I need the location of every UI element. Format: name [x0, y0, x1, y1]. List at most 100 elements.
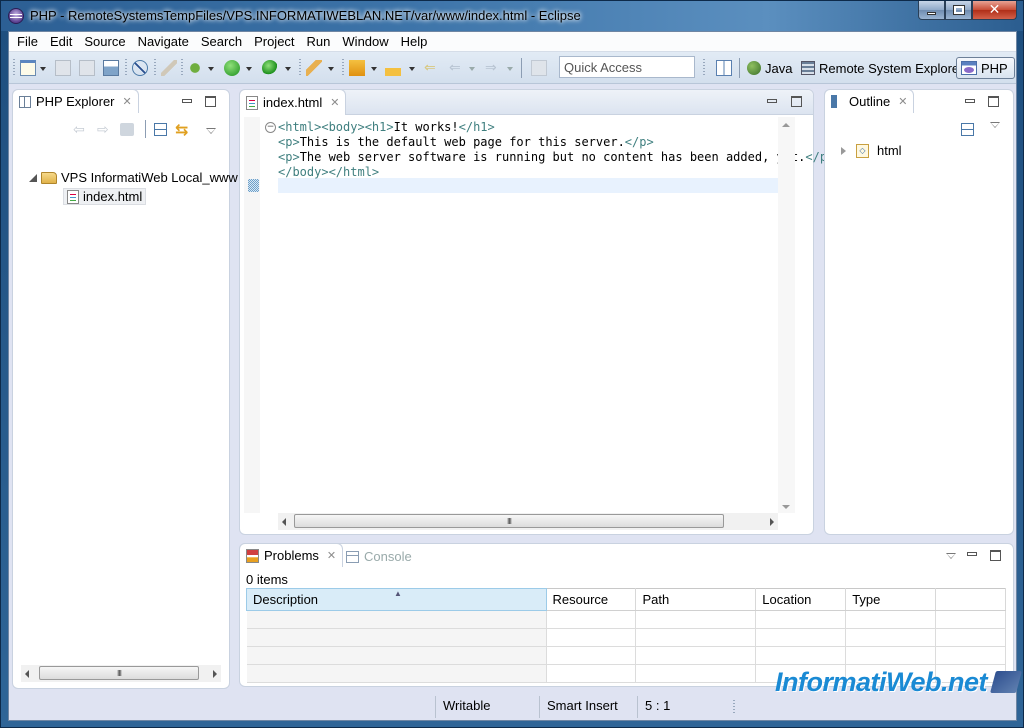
maximize-view-icon[interactable]: [205, 96, 216, 107]
last-edit-icon[interactable]: ⇐: [424, 60, 440, 76]
code-area[interactable]: <html><body><h1>It works!</h1> <p>This is…: [278, 120, 834, 195]
minimize-view-icon[interactable]: [967, 552, 977, 556]
maximize-view-icon[interactable]: [988, 96, 999, 107]
previous-annotation-icon[interactable]: [385, 60, 401, 76]
tree-item-index-html[interactable]: index.html: [63, 188, 147, 205]
link-with-editor-icon[interactable]: ⇆: [175, 120, 188, 139]
code-line[interactable]: [278, 180, 834, 195]
scroll-right-icon[interactable]: [213, 670, 217, 678]
outline-item-html[interactable]: ◇ html: [841, 143, 902, 158]
editor-vertical-scrollbar[interactable]: [778, 117, 795, 513]
perspective-php[interactable]: PHP: [956, 57, 1015, 79]
view-menu-icon[interactable]: [990, 122, 1000, 128]
debug-icon[interactable]: [187, 60, 203, 76]
search-icon[interactable]: [306, 60, 322, 76]
menu-window[interactable]: Window: [336, 34, 394, 49]
column-location[interactable]: Location: [755, 588, 847, 611]
collapse-all-icon[interactable]: [154, 123, 167, 136]
next-annotation-icon[interactable]: [349, 60, 365, 76]
skip-breakpoints-icon[interactable]: [132, 60, 148, 76]
maximize-button[interactable]: [945, 1, 972, 20]
scroll-thumb[interactable]: III: [294, 514, 724, 528]
menu-search[interactable]: Search: [195, 34, 248, 49]
explorer-horizontal-scrollbar[interactable]: III: [21, 665, 221, 682]
back-nav-icon[interactable]: ⇦: [73, 122, 85, 138]
menu-help[interactable]: Help: [395, 34, 434, 49]
editor-horizontal-scrollbar[interactable]: III: [278, 513, 778, 530]
table-row[interactable]: [246, 610, 1006, 629]
search-dropdown-icon[interactable]: [328, 67, 334, 71]
print-icon[interactable]: [103, 60, 119, 76]
expand-twistie-icon[interactable]: [29, 173, 37, 182]
save-all-icon[interactable]: [79, 60, 95, 76]
view-menu-icon[interactable]: [206, 128, 216, 134]
run-icon[interactable]: [224, 60, 240, 76]
minimize-view-icon[interactable]: [767, 99, 777, 103]
forward-dropdown-icon[interactable]: [507, 67, 513, 71]
previous-annotation-dropdown-icon[interactable]: [409, 67, 415, 71]
pin-editor-icon[interactable]: [531, 60, 547, 76]
new-icon[interactable]: [20, 60, 36, 76]
menu-file[interactable]: File: [11, 34, 44, 49]
debug-dropdown-icon[interactable]: [208, 67, 214, 71]
quick-access-input[interactable]: Quick Access: [559, 56, 695, 78]
column-description[interactable]: ▲ Description: [246, 588, 547, 611]
minimize-button[interactable]: [918, 1, 945, 20]
code-line[interactable]: <html><body><h1>It works!</h1>: [278, 120, 834, 135]
expand-twistie-icon[interactable]: [841, 146, 846, 155]
perspective-java[interactable]: Java: [747, 58, 792, 78]
menu-source[interactable]: Source: [78, 34, 131, 49]
maximize-view-icon[interactable]: [791, 96, 802, 107]
open-perspective-icon[interactable]: [716, 60, 732, 76]
scroll-left-icon[interactable]: [25, 670, 29, 678]
tab-outline[interactable]: Outline ✕: [824, 89, 915, 113]
column-resource[interactable]: Resource: [546, 588, 637, 611]
menu-navigate[interactable]: Navigate: [132, 34, 195, 49]
up-nav-icon[interactable]: [120, 123, 134, 136]
close-tab-icon[interactable]: ✕: [123, 95, 132, 108]
perspective-remote-system-explorer[interactable]: Remote System Explorer: [801, 58, 964, 78]
scroll-left-icon[interactable]: [282, 518, 286, 526]
table-row[interactable]: [246, 646, 1006, 665]
fold-collapse-icon[interactable]: −: [265, 122, 276, 133]
code-line[interactable]: <p>This is the default web page for this…: [278, 135, 834, 150]
collapse-all-icon[interactable]: [961, 123, 974, 136]
scroll-up-icon[interactable]: [782, 123, 790, 127]
view-menu-icon[interactable]: [946, 553, 956, 559]
close-button[interactable]: ✕: [972, 1, 1017, 20]
column-path[interactable]: Path: [635, 588, 757, 611]
close-tab-icon[interactable]: ✕: [330, 96, 339, 109]
scroll-down-icon[interactable]: [782, 505, 790, 509]
tree-item-project[interactable]: VPS InformatiWeb Local_www: [29, 170, 238, 185]
table-row[interactable]: [246, 628, 1006, 647]
tab-console[interactable]: Console: [346, 549, 412, 564]
new-dropdown-icon[interactable]: [40, 67, 46, 71]
toolbar-grip[interactable]: [13, 59, 15, 77]
next-annotation-dropdown-icon[interactable]: [371, 67, 377, 71]
menu-run[interactable]: Run: [301, 34, 337, 49]
tab-problems[interactable]: Problems ✕: [239, 543, 344, 567]
minimize-view-icon[interactable]: [182, 99, 192, 103]
menu-project[interactable]: Project: [248, 34, 300, 49]
run-dropdown-icon[interactable]: [246, 67, 252, 71]
tab-index-html[interactable]: index.html ✕: [239, 89, 347, 115]
back-icon[interactable]: ⇐: [449, 60, 465, 76]
status-grip[interactable]: [733, 700, 735, 714]
close-tab-icon[interactable]: ✕: [898, 95, 907, 108]
tab-php-explorer[interactable]: PHP Explorer ✕: [12, 89, 139, 113]
maximize-view-icon[interactable]: [990, 550, 1001, 561]
close-tab-icon[interactable]: ✕: [327, 549, 336, 562]
code-line[interactable]: <p>The web server software is running bu…: [278, 150, 834, 165]
scroll-right-icon[interactable]: [770, 518, 774, 526]
edit-icon[interactable]: [161, 60, 177, 76]
external-tools-icon[interactable]: [262, 60, 278, 76]
forward-nav-icon[interactable]: ⇨: [97, 122, 109, 138]
save-icon[interactable]: [55, 60, 71, 76]
column-type[interactable]: Type: [845, 588, 937, 611]
scroll-thumb[interactable]: III: [39, 666, 199, 680]
back-dropdown-icon[interactable]: [469, 67, 475, 71]
menu-edit[interactable]: Edit: [44, 34, 78, 49]
minimize-view-icon[interactable]: [965, 99, 975, 103]
forward-icon[interactable]: ⇒: [485, 60, 501, 76]
external-tools-dropdown-icon[interactable]: [285, 67, 291, 71]
